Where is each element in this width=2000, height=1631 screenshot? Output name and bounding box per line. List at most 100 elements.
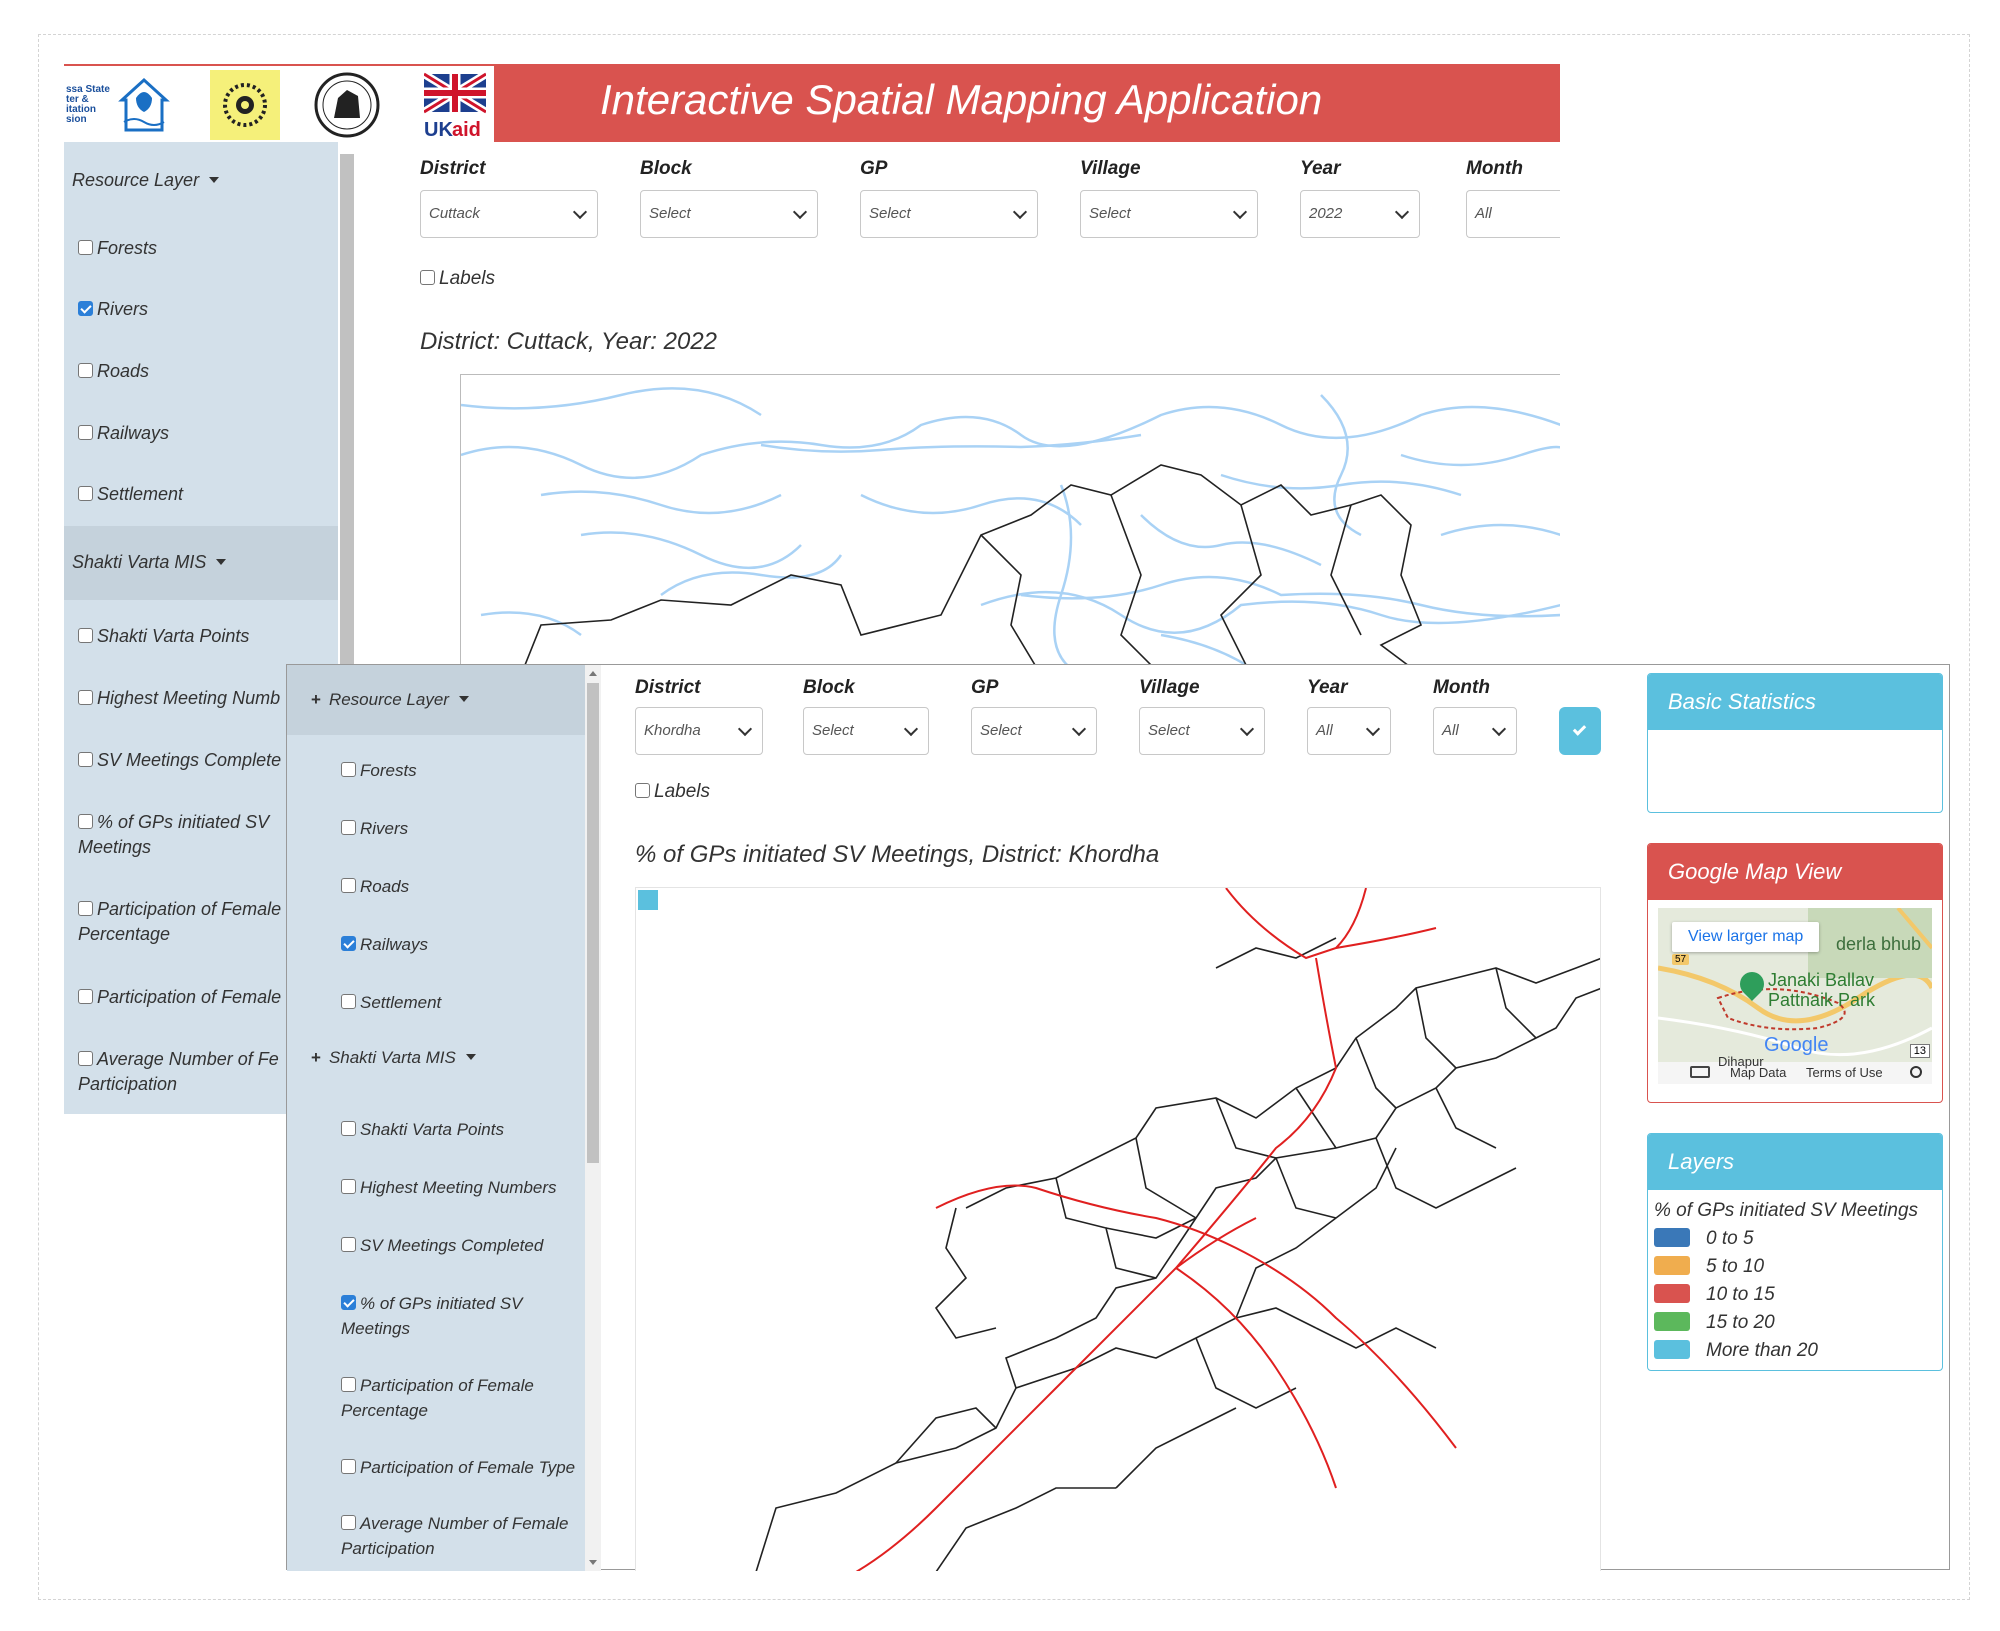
village-select[interactable]: Select <box>1139 707 1265 755</box>
checkbox[interactable] <box>78 486 93 501</box>
district-select[interactable]: Khordha <box>635 707 763 755</box>
checkbox[interactable] <box>341 820 356 835</box>
legend-swatch <box>1654 1284 1690 1303</box>
checkbox-checked[interactable] <box>78 301 93 316</box>
scroll-up-icon[interactable] <box>589 671 597 676</box>
layer-railways[interactable]: Railways <box>341 932 428 957</box>
checkbox[interactable] <box>78 363 93 378</box>
sidebar-scrollbar-track[interactable] <box>585 665 601 1571</box>
layer-sv-completed[interactable]: SV Meetings Completed <box>341 1233 543 1258</box>
checkbox[interactable] <box>341 994 356 1009</box>
plus-icon: + <box>311 690 321 709</box>
checkbox[interactable] <box>341 1121 356 1136</box>
checkbox[interactable] <box>78 752 93 767</box>
layers-header: Layers <box>1648 1134 1942 1190</box>
checkbox[interactable] <box>78 901 93 916</box>
checkbox[interactable] <box>635 783 650 798</box>
layer-label: Shakti Varta Points <box>97 626 250 646</box>
checkbox[interactable] <box>78 690 93 705</box>
layer-sv-points[interactable]: Shakti Varta Points <box>341 1117 504 1142</box>
labels-toggle[interactable]: Labels <box>635 779 710 804</box>
legend-swatch <box>1654 1340 1690 1359</box>
district-map-svg <box>755 888 1600 1571</box>
layer-rivers[interactable]: Rivers <box>78 297 148 322</box>
resource-layer-toggle[interactable]: Resource Layer <box>72 168 220 193</box>
back-map[interactable] <box>460 374 1560 674</box>
block-select[interactable]: Select <box>803 707 929 755</box>
layer-settlement[interactable]: Settlement <box>341 990 441 1015</box>
gp-label: GP <box>971 677 999 698</box>
year-select[interactable]: 2022 <box>1300 190 1420 238</box>
layer-gps-initiated[interactable]: % of GPs initiated SV Meetings <box>78 810 269 860</box>
layer-avg-female[interactable]: Average Number of Fe Participation <box>78 1047 279 1097</box>
layer-railways[interactable]: Railways <box>78 421 169 446</box>
layer-label: Highest Meeting Numbers <box>360 1178 557 1197</box>
shakti-varta-toggle[interactable]: Shakti Varta MIS <box>72 550 227 575</box>
gp-select[interactable]: Select <box>971 707 1097 755</box>
village-select[interactable]: Select <box>1080 190 1258 238</box>
shakti-varta-toggle[interactable]: + Shakti Varta MIS <box>311 1045 476 1070</box>
layer-forests[interactable]: Forests <box>341 758 417 783</box>
layer-roads[interactable]: Roads <box>341 874 409 899</box>
layer-female-type[interactable]: Participation of Female <box>78 985 281 1010</box>
checkbox[interactable] <box>78 814 93 829</box>
checkbox[interactable] <box>341 1515 356 1530</box>
layer-rivers[interactable]: Rivers <box>341 816 408 841</box>
checkbox[interactable] <box>341 878 356 893</box>
apply-button[interactable] <box>1559 707 1601 755</box>
checkbox[interactable] <box>420 270 435 285</box>
layer-female-percentage[interactable]: Participation of Female Percentage <box>341 1373 534 1423</box>
chevron-down-icon <box>903 721 919 737</box>
layer-label-cont: Participation <box>341 1539 435 1558</box>
report-icon[interactable] <box>1910 1066 1922 1078</box>
layer-sv-completed[interactable]: SV Meetings Complete <box>78 748 281 773</box>
checkbox[interactable] <box>341 1459 356 1474</box>
layer-label: Roads <box>360 877 410 896</box>
scrollbar-thumb[interactable] <box>587 683 599 1163</box>
layer-female-type[interactable]: Participation of Female Type <box>341 1455 575 1480</box>
sidebar-scrollbar[interactable] <box>340 154 354 694</box>
google-map-embed[interactable]: View larger map 57 derla bhub Janaki Bal… <box>1658 908 1932 1084</box>
layer-roads[interactable]: Roads <box>78 359 149 384</box>
chevron-down-icon <box>572 204 588 220</box>
checkbox[interactable] <box>341 1377 356 1392</box>
resource-layer-toggle[interactable]: + Resource Layer <box>311 687 469 712</box>
select-value: All <box>1442 722 1459 739</box>
layer-avg-female[interactable]: Average Number of Female Participation <box>341 1511 569 1561</box>
checkbox[interactable] <box>341 1237 356 1252</box>
layer-highest-meeting[interactable]: Highest Meeting Numb <box>78 686 280 711</box>
checkbox[interactable] <box>78 628 93 643</box>
year-label: Year <box>1307 677 1348 698</box>
scroll-down-icon[interactable] <box>589 1560 597 1565</box>
layer-settlement[interactable]: Settlement <box>78 482 183 507</box>
district-select[interactable]: Cuttack <box>420 190 598 238</box>
year-select[interactable]: All <box>1307 707 1391 755</box>
gp-select[interactable]: Select <box>860 190 1038 238</box>
terms-link[interactable]: Terms of Use <box>1806 1065 1883 1080</box>
layer-forests[interactable]: Forests <box>78 236 157 261</box>
map-data-link[interactable]: Map Data <box>1730 1065 1786 1080</box>
legend-label: 15 to 20 <box>1706 1312 1775 1333</box>
block-select[interactable]: Select <box>640 190 818 238</box>
checkbox[interactable] <box>78 989 93 1004</box>
month-select[interactable]: All <box>1433 707 1517 755</box>
legend-label: 0 to 5 <box>1706 1228 1754 1249</box>
checkbox[interactable] <box>341 1179 356 1194</box>
month-select[interactable]: All <box>1466 190 1560 238</box>
layer-sv-points[interactable]: Shakti Varta Points <box>78 624 249 649</box>
layer-highest-meeting[interactable]: Highest Meeting Numbers <box>341 1175 557 1200</box>
khordha-map[interactable] <box>635 887 1601 1571</box>
view-larger-map-link[interactable]: View larger map <box>1672 922 1820 952</box>
checkbox[interactable] <box>341 762 356 777</box>
checkbox[interactable] <box>78 1051 93 1066</box>
checkbox-checked[interactable] <box>341 936 356 951</box>
layer-gps-initiated[interactable]: % of GPs initiated SV Meetings <box>341 1291 523 1341</box>
chevron-down-icon <box>792 204 808 220</box>
app-header: ssa State ter & itation sion UK aid Inte… <box>64 64 1560 142</box>
checkbox-checked[interactable] <box>341 1295 356 1310</box>
layer-female-percentage[interactable]: Participation of Female Percentage <box>78 897 281 947</box>
checkbox[interactable] <box>78 240 93 255</box>
checkbox[interactable] <box>78 425 93 440</box>
labels-toggle[interactable]: Labels <box>420 266 495 291</box>
labels-text: Labels <box>654 781 710 802</box>
